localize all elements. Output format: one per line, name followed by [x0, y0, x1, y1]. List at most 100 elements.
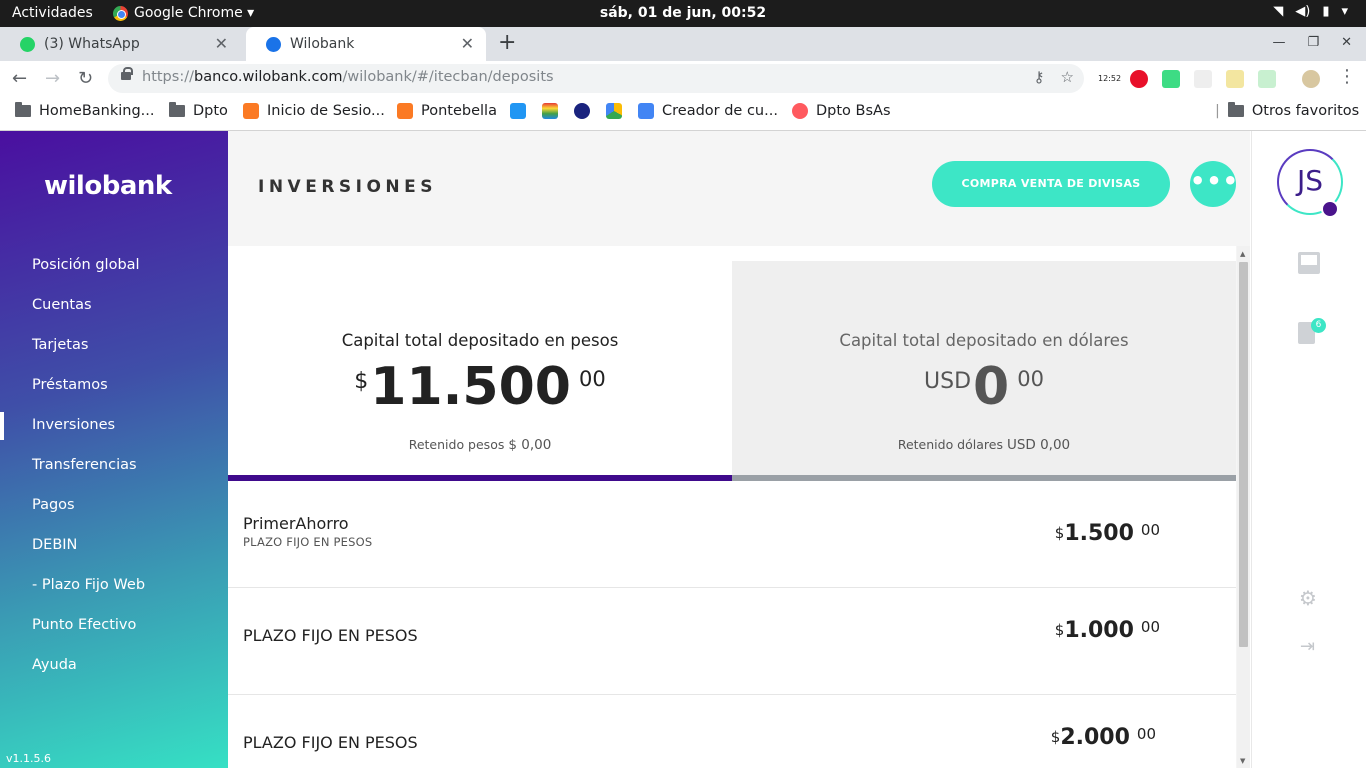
restore-icon[interactable]: ❐	[1307, 35, 1319, 50]
chrome-menu-icon[interactable]: ⋮	[1338, 66, 1356, 87]
nav-item-punto-efectivo[interactable]: Punto Efectivo	[0, 606, 228, 646]
user-icon	[1321, 200, 1339, 218]
forward-icon[interactable]: →	[45, 68, 60, 89]
green-extension-icon[interactable]	[1162, 70, 1180, 88]
bookmark-drive[interactable]	[606, 103, 622, 119]
lock-icon[interactable]	[121, 67, 133, 80]
bookmark-homebanking[interactable]: HomeBanking...	[15, 102, 155, 119]
key-icon[interactable]: ⚷	[1034, 68, 1045, 86]
wilobank-logo[interactable]: wilobank	[44, 171, 172, 201]
other-bookmarks[interactable]: | Otros favoritos	[1215, 102, 1359, 119]
bookmark-dpto[interactable]: Dpto	[169, 102, 228, 119]
more-options-button[interactable]: •••	[1190, 161, 1238, 207]
bookmark-creador[interactable]: Creador de cu...	[638, 103, 778, 119]
deposit-amount: $ 2.000 00	[1051, 725, 1156, 750]
main-panel: INVERSIONES COMPRA VENTA DE DIVISAS ••• …	[228, 131, 1250, 768]
folder-icon	[1227, 102, 1244, 117]
address-bar[interactable]: https://banco.wilobank.com/wilobank/#/it…	[108, 64, 1084, 93]
browser-toolbar: ← → ↻ https://banco.wilobank.com/wiloban…	[0, 61, 1366, 96]
xampp-icon	[243, 103, 259, 119]
tab-whatsapp[interactable]: (3) WhatsApp ✕	[0, 27, 240, 61]
reload-icon[interactable]: ↻	[78, 68, 93, 89]
amount-cents: 00	[1017, 367, 1044, 391]
nav-item-cuentas[interactable]: Cuentas	[0, 286, 228, 326]
amount-cents: 00	[578, 367, 606, 391]
amount-cents: 00	[1140, 521, 1160, 539]
gear-icon[interactable]: ⚙	[1299, 586, 1317, 610]
nav-item-plazo-fijo-web[interactable]: - Plazo Fijo Web	[0, 566, 228, 606]
close-tab-icon[interactable]: ✕	[461, 34, 474, 53]
amount-integer: 1.500	[1064, 521, 1134, 546]
retained-label: Retenido pesos	[408, 437, 505, 452]
logout-icon[interactable]: ⇥	[1300, 636, 1315, 657]
deposit-name: PLAZO FIJO EN PESOS	[243, 626, 418, 645]
currency-symbol: USD	[924, 369, 972, 394]
currency-symbol: $	[354, 369, 369, 394]
bookmark-colorful[interactable]	[542, 103, 558, 119]
currency-symbol: $	[1054, 524, 1065, 542]
bookmark-globe[interactable]	[574, 103, 590, 119]
folder-icon	[15, 102, 31, 117]
activities-button[interactable]: Actividades	[12, 5, 93, 21]
bookmark-cv[interactable]	[510, 103, 526, 119]
close-tab-icon[interactable]: ✕	[215, 34, 228, 53]
content-scrollbar[interactable]: ▲ ▼	[1237, 246, 1250, 768]
capital-usd-card[interactable]: Capital total depositado en dólares USD …	[732, 261, 1236, 481]
nav-item-prestamos[interactable]: Préstamos	[0, 366, 228, 406]
currency-exchange-button[interactable]: COMPRA VENTA DE DIVISAS	[932, 161, 1170, 207]
mail-extension-icon[interactable]	[1258, 70, 1276, 88]
profile-avatar[interactable]	[1302, 70, 1320, 88]
globe-icon	[574, 103, 590, 119]
app-menu[interactable]: Google Chrome ▾	[113, 5, 254, 21]
opera-extension-icon[interactable]	[1130, 70, 1148, 88]
nav-item-debin[interactable]: DEBIN	[0, 526, 228, 566]
nav-item-transferencias[interactable]: Transferencias	[0, 446, 228, 486]
page-title: INVERSIONES	[258, 177, 438, 197]
tab-title: Wilobank	[290, 36, 355, 52]
url-host: banco.wilobank.com	[193, 69, 343, 85]
separator: |	[1215, 103, 1220, 119]
grey-extension-icon[interactable]	[1194, 70, 1212, 88]
whatsapp-favicon-icon	[20, 37, 35, 52]
url-scheme: https://	[142, 69, 194, 85]
nav-item-posicion-global[interactable]: Posición global	[0, 246, 228, 286]
deposit-row[interactable]: PLAZO FIJO EN PESOS $ 2.000 00	[228, 695, 1236, 768]
retained-usd: Retenido dólares USD 0,00	[732, 437, 1236, 453]
retained-value: USD 0,00	[1006, 437, 1071, 453]
deposit-row[interactable]: PrimerAhorro PLAZO FIJO EN PESOS $ 1.500…	[228, 481, 1236, 588]
bookmark-star-icon[interactable]: ☆	[1061, 68, 1074, 86]
capital-pesos-card[interactable]: Capital total depositado en pesos $ 11.5…	[228, 261, 732, 481]
scrollbar-thumb[interactable]	[1239, 262, 1248, 647]
tab-wilobank[interactable]: Wilobank ✕	[246, 27, 486, 61]
xampp-icon	[397, 103, 413, 119]
deposit-amount: $ 1.000 00	[1055, 618, 1160, 643]
bookmark-inicio-sesion[interactable]: Inicio de Sesio...	[243, 103, 385, 119]
chrome-icon	[113, 5, 128, 21]
tab-strip: (3) WhatsApp ✕ Wilobank ✕ + — ❐ ✕	[0, 27, 1366, 61]
capital-usd-amount: USD 0 00	[732, 357, 1236, 417]
close-window-icon[interactable]: ✕	[1341, 35, 1352, 50]
bookmark-label: Creador de cu...	[662, 103, 778, 119]
retained-label: Retenido dólares	[897, 437, 1003, 452]
deposit-row[interactable]: PLAZO FIJO EN PESOS $ 1.000 00	[228, 588, 1236, 695]
nav-item-pagos[interactable]: Pagos	[0, 486, 228, 526]
deposit-name: PLAZO FIJO EN PESOS	[243, 733, 418, 752]
nav-item-ayuda[interactable]: Ayuda	[0, 646, 228, 686]
nav-item-inversiones[interactable]: Inversiones	[0, 406, 228, 446]
inbox-icon[interactable]	[1298, 252, 1320, 274]
window-controls: — ❐ ✕	[1272, 35, 1352, 50]
power-menu-icon: ▾	[1341, 4, 1348, 19]
new-tab-button[interactable]: +	[498, 30, 516, 55]
system-tray[interactable]: ◥ ◀) ▮ ▾	[1273, 4, 1348, 19]
scroll-up-icon[interactable]: ▲	[1240, 250, 1245, 258]
scroll-down-icon[interactable]: ▼	[1240, 757, 1245, 765]
back-icon[interactable]: ←	[12, 68, 27, 89]
bookmark-pontebella[interactable]: Pontebella	[397, 103, 497, 119]
bookmark-dpto-bsas[interactable]: Dpto BsAs	[792, 103, 891, 119]
clock-extension-icon[interactable]: 12:52	[1098, 70, 1121, 88]
nav-item-tarjetas[interactable]: Tarjetas	[0, 326, 228, 366]
edit-extension-icon[interactable]	[1226, 70, 1244, 88]
minimize-icon[interactable]: —	[1272, 35, 1285, 50]
app-icon	[542, 103, 558, 119]
folder-icon	[169, 102, 185, 117]
